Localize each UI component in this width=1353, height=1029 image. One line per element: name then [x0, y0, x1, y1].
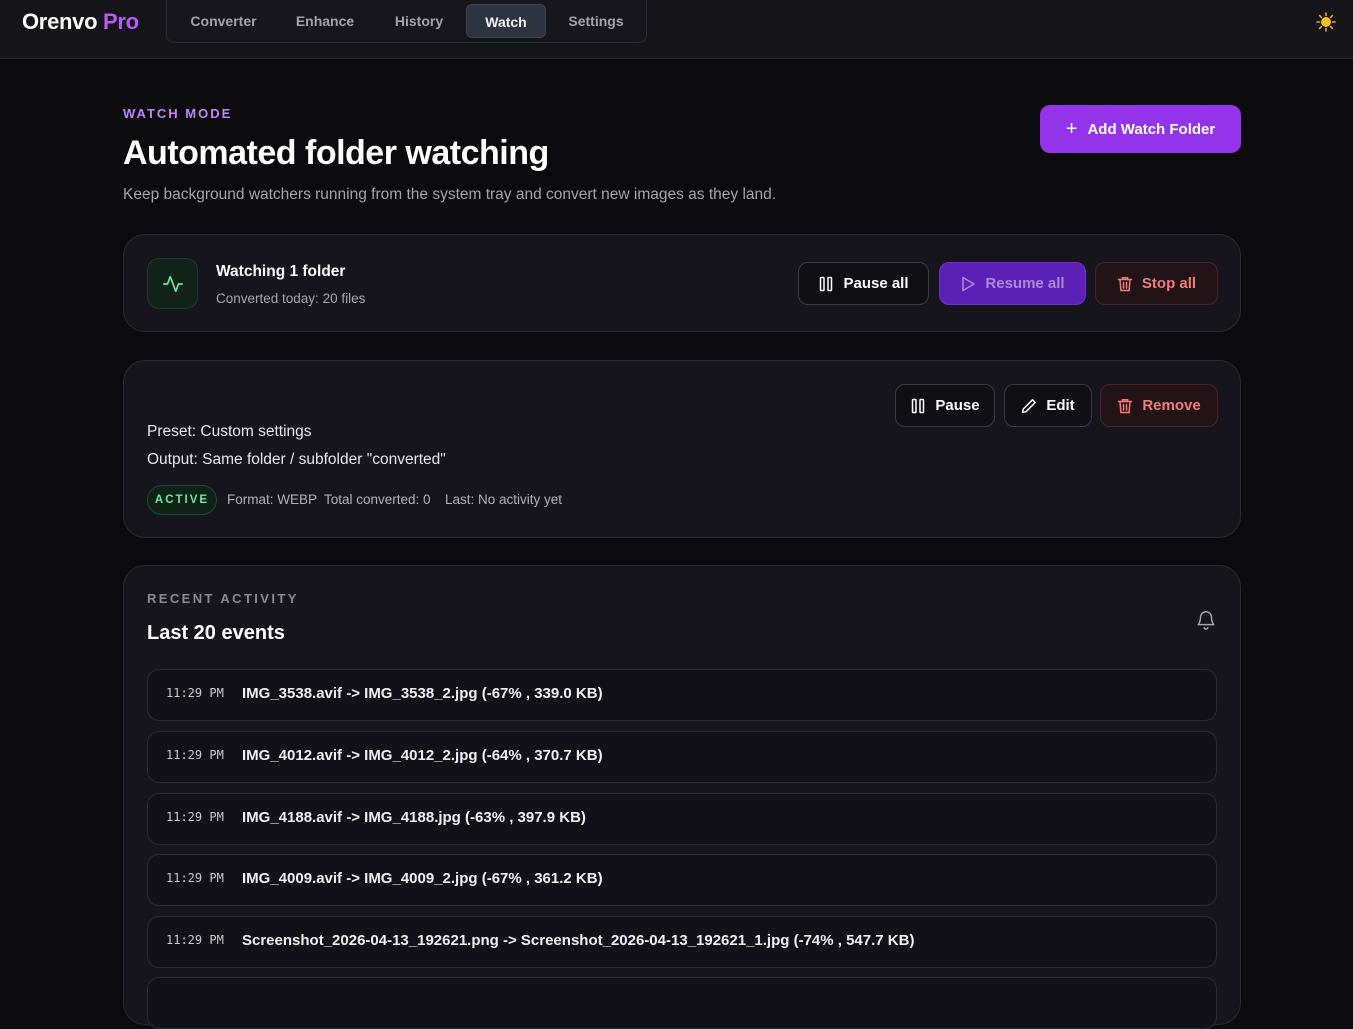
activity-text: IMG_4188.avif -> IMG_4188.jpg (-63% , 39… [242, 809, 586, 826]
folder-preset: Preset: Custom settings [147, 423, 312, 440]
resume-all-button[interactable]: Resume all [939, 262, 1086, 305]
folder-last-activity: Last: No activity yet [445, 492, 563, 507]
pause-all-button[interactable]: Pause all [798, 262, 929, 305]
activity-time: 11:29 PM [166, 871, 224, 885]
plus-icon: + [1065, 118, 1078, 140]
resume-all-label: Resume all [985, 275, 1065, 292]
add-watch-folder-button[interactable]: + Add Watch Folder [1040, 105, 1241, 153]
stop-all-label: Stop all [1141, 275, 1197, 292]
page-subtitle: Keep background watchers running from th… [123, 186, 777, 203]
watch-status-card: Watching 1 folder Converted today: 20 fi… [123, 234, 1241, 332]
activity-title: Last 20 events [147, 622, 285, 644]
activity-text: IMG_4009.avif -> IMG_4009_2.jpg (-67% , … [242, 870, 603, 887]
watch-status-title: Watching 1 folder [216, 263, 346, 280]
sun-icon[interactable] [1316, 12, 1336, 32]
activity-row: 11:29 PM IMG_4012.avif -> IMG_4012_2.jpg… [147, 731, 1217, 783]
activity-time: 11:29 PM [166, 933, 224, 947]
activity-text: IMG_4012.avif -> IMG_4012_2.jpg (-64% , … [242, 747, 603, 764]
folder-output: Output: Same folder / subfolder "convert… [147, 451, 446, 468]
activity-row: 11:29 PM IMG_4009.avif -> IMG_4009_2.jpg… [147, 854, 1217, 906]
pause-folder-button[interactable]: Pause [895, 384, 995, 427]
status-badge: ACTIVE [147, 485, 217, 515]
tab-settings[interactable]: Settings [554, 4, 638, 38]
edit-folder-button[interactable]: Edit [1004, 384, 1092, 427]
remove-folder-label: Remove [1142, 397, 1201, 414]
activity-row: 11:29 PM IMG_4188.avif -> IMG_4188.jpg (… [147, 793, 1217, 845]
activity-text: Screenshot_2026-04-13_192621.png -> Scre… [242, 932, 915, 949]
pause-folder-label: Pause [935, 397, 980, 414]
play-icon [962, 276, 976, 291]
recent-activity-card: RECENT ACTIVITY Last 20 events 11:29 PM … [123, 565, 1241, 1029]
pencil-icon [1022, 398, 1037, 413]
activity-time: 11:29 PM [166, 748, 224, 762]
app-logo[interactable]: Orenvo Pro [22, 9, 139, 35]
pause-icon [820, 276, 833, 291]
brand-name: Orenvo [22, 9, 98, 34]
trash-icon [1118, 398, 1133, 413]
tab-history[interactable]: History [379, 4, 459, 38]
watch-folder-card: Pause Edit Remove Preset: Custom setting… [123, 360, 1241, 538]
remove-folder-button[interactable]: Remove [1100, 384, 1218, 427]
tab-converter[interactable]: Converter [176, 4, 271, 38]
edit-folder-label: Edit [1046, 397, 1075, 414]
tab-enhance[interactable]: Enhance [279, 4, 371, 38]
bell-icon[interactable] [1195, 609, 1217, 631]
page-title: Automated folder watching [123, 134, 549, 172]
activity-text: IMG_3538.avif -> IMG_3538_2.jpg (-67% , … [242, 685, 603, 702]
main-nav: Converter Enhance History Watch Settings [166, 0, 647, 43]
activity-time: 11:29 PM [166, 686, 224, 700]
tab-watch[interactable]: Watch [466, 4, 546, 38]
activity-row: 11:29 PM IMG_3538.avif -> IMG_3538_2.jpg… [147, 669, 1217, 721]
page-eyebrow: WATCH MODE [123, 106, 233, 121]
activity-row: 11:29 PM Screenshot_2026-04-13_192621.pn… [147, 916, 1217, 968]
folder-format: Format: WEBP [227, 492, 318, 507]
pause-icon [912, 398, 925, 413]
folder-total-converted: Total converted: 0 [324, 492, 431, 507]
activity-time: 11:29 PM [166, 810, 224, 824]
add-watch-folder-label: Add Watch Folder [1087, 120, 1216, 138]
activity-eyebrow: RECENT ACTIVITY [147, 591, 299, 606]
watch-status-subtitle: Converted today: 20 files [216, 291, 366, 306]
stop-all-button[interactable]: Stop all [1095, 262, 1218, 305]
trash-icon [1117, 276, 1133, 291]
activity-pulse-icon [147, 258, 198, 309]
top-bar: Orenvo Pro Converter Enhance History Wat… [0, 0, 1353, 59]
activity-row [147, 977, 1217, 1029]
pause-all-label: Pause all [843, 275, 909, 292]
brand-tier: Pro [103, 9, 139, 34]
